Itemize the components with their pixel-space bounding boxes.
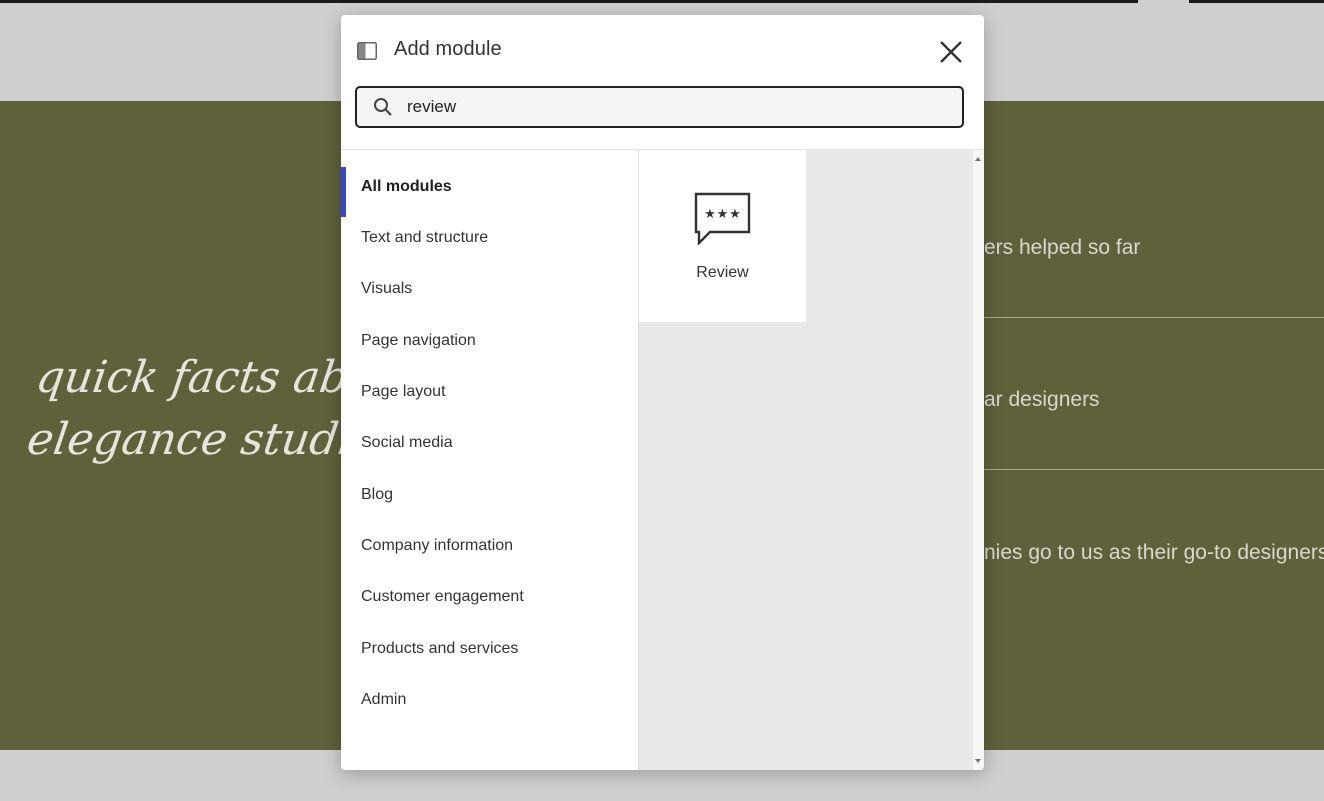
fact-item: ers helped so far xyxy=(984,101,1324,318)
module-results: ★ ★ ★ Review xyxy=(639,150,973,770)
module-card-label: Review xyxy=(696,264,749,281)
sidebar-item-page-layout[interactable]: Page layout xyxy=(341,372,638,412)
search-icon xyxy=(374,98,392,116)
panel-layout-icon xyxy=(357,42,377,60)
category-sidebar: All modules Text and structure Visuals P… xyxy=(341,150,639,770)
sidebar-item-admin[interactable]: Admin xyxy=(341,680,638,720)
fact-item: nies go to us as their go-to designers xyxy=(984,541,1324,564)
sidebar-item-blog[interactable]: Blog xyxy=(341,475,638,515)
sidebar-item-social-media[interactable]: Social media xyxy=(341,423,638,463)
sidebar-item-text-and-structure[interactable]: Text and structure xyxy=(341,218,638,258)
sidebar-item-company-information[interactable]: Company information xyxy=(341,526,638,566)
top-border-line-right xyxy=(1189,0,1324,3)
svg-text:★: ★ xyxy=(717,207,729,222)
svg-text:★: ★ xyxy=(704,207,716,222)
scroll-up-arrow-icon[interactable] xyxy=(975,157,981,161)
results-scrollbar[interactable] xyxy=(973,150,984,770)
dialog-header: Add module xyxy=(341,15,984,87)
sidebar-item-products-and-services[interactable]: Products and services xyxy=(341,629,638,669)
module-card-review[interactable]: ★ ★ ★ Review xyxy=(639,150,806,322)
close-icon xyxy=(940,41,962,63)
dialog-title: Add module xyxy=(394,38,502,60)
search-box xyxy=(355,86,964,128)
add-module-dialog: Add module All modules Text and structur… xyxy=(341,15,984,770)
sidebar-item-all-modules[interactable]: All modules xyxy=(341,167,638,217)
fact-item: ar designers xyxy=(984,318,1324,470)
sidebar-item-page-navigation[interactable]: Page navigation xyxy=(341,321,638,361)
sidebar-item-visuals[interactable]: Visuals xyxy=(341,269,638,309)
review-stars-icon: ★ ★ ★ xyxy=(694,192,751,245)
top-border-line xyxy=(0,0,1138,3)
svg-text:★: ★ xyxy=(729,207,741,222)
close-button[interactable] xyxy=(936,37,966,67)
search-input[interactable] xyxy=(407,88,947,126)
scroll-down-arrow-icon[interactable] xyxy=(975,759,981,763)
sidebar-item-customer-engagement[interactable]: Customer engagement xyxy=(341,577,638,617)
